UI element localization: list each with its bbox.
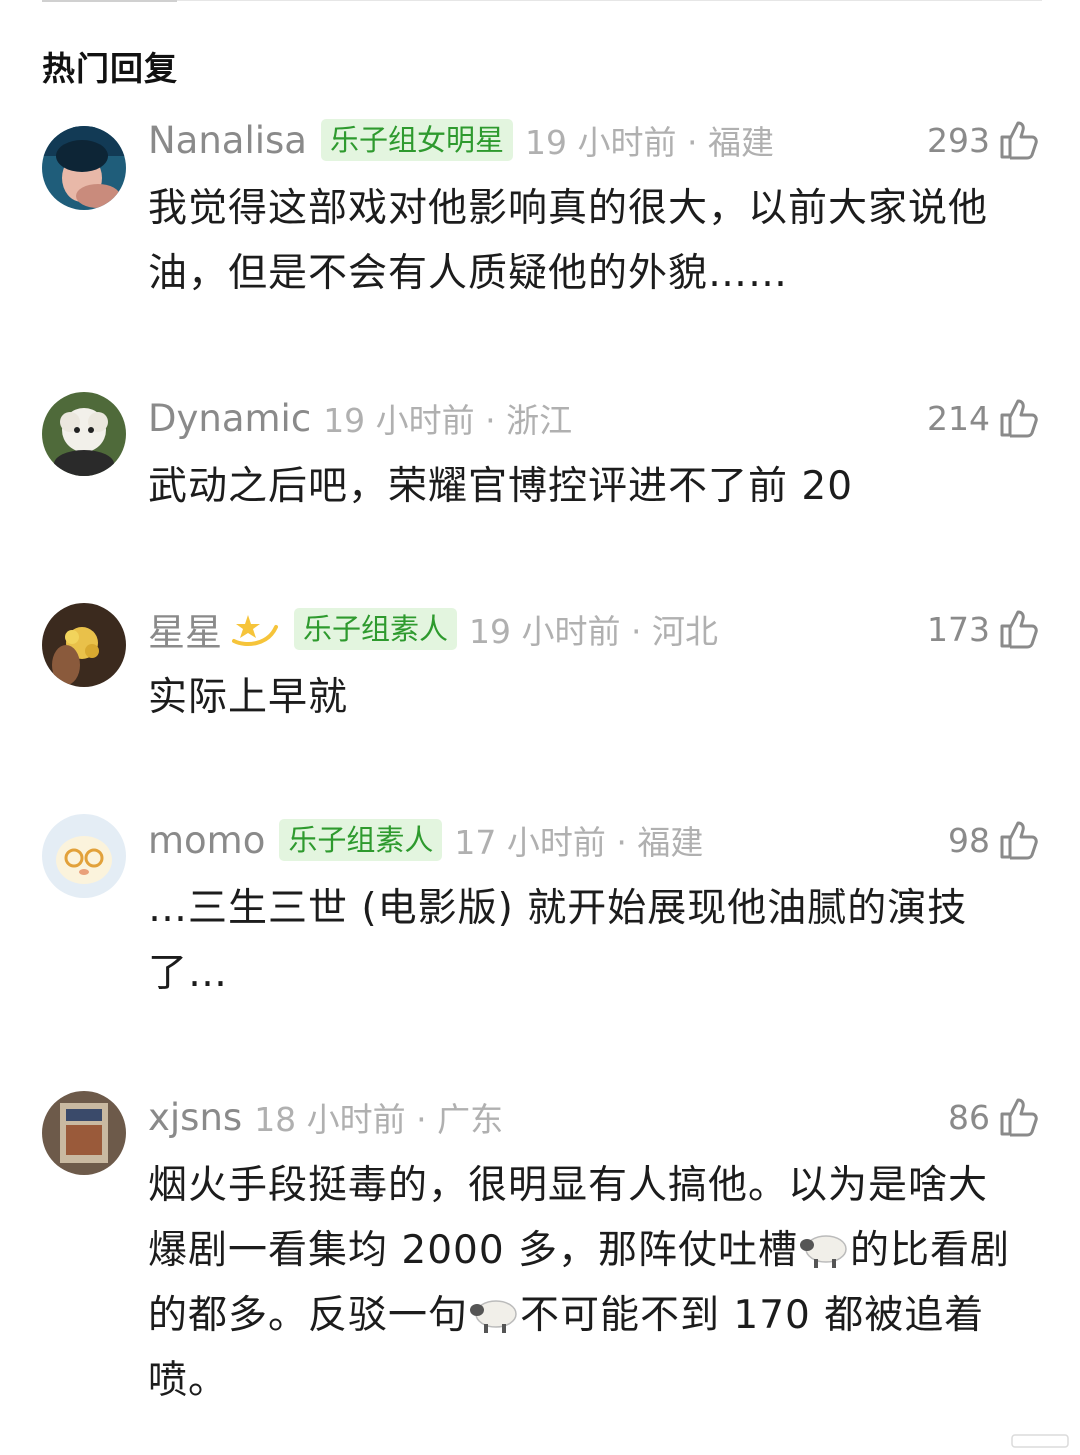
section-title: 热门回复 [42,49,178,88]
watermark-logo [1010,1431,1070,1451]
like-count: 98 [948,820,990,860]
sheep-icon [798,1224,850,1268]
thumbs-up-icon[interactable] [998,819,1040,861]
sheep-icon [468,1289,520,1333]
avatar[interactable] [42,814,126,898]
comment-text: 我觉得这部戏对他影响真的很大，以前大家说他油，但是不会有人质疑他的外貌…… [148,186,989,296]
time-location: 19 小时前 · 福建 [525,123,774,162]
username[interactable]: Dynamic [148,397,311,440]
thumbs-up-icon[interactable] [998,608,1040,650]
avatar[interactable] [42,392,126,476]
like-count: 293 [927,120,990,160]
comment-text: …三生三世 (电影版) 就开始展现他油腻的演技了… [148,886,968,996]
comment-meta: 星星 乐子组素人 19 小时前 · 河北 [148,607,718,654]
like-button[interactable]: 214 [927,396,1040,440]
group-badge[interactable]: 乐子组女明星 [320,119,513,161]
group-badge[interactable]: 乐子组素人 [279,819,443,861]
avatar[interactable] [42,126,126,210]
comment-meta: momo 乐子组素人 17 小时前 · 福建 [148,818,704,863]
avatar[interactable] [42,1091,126,1175]
hot-replies-page: 热门回复 Nanalisa 乐子组女明星 19 小时前 · 福建 293 我觉得… [0,0,1080,1455]
username[interactable]: momo [148,819,265,862]
username[interactable]: xjsns [148,1096,242,1139]
thumbs-up-icon[interactable] [998,119,1040,161]
dizzy-star-icon [228,607,280,651]
time-location: 19 小时前 · 河北 [469,612,718,651]
like-count: 214 [927,398,990,438]
like-button[interactable]: 98 [948,818,1040,862]
time-location: 17 小时前 · 福建 [454,823,704,862]
like-button[interactable]: 86 [948,1095,1040,1139]
comment-meta: Dynamic 19 小时前 · 浙江 [148,396,573,441]
like-count: 86 [948,1097,990,1137]
comment-meta: Nanalisa 乐子组女明星 19 小时前 · 福建 [148,118,774,163]
thumbs-up-icon[interactable] [998,397,1040,439]
like-button[interactable]: 293 [927,118,1040,162]
username[interactable]: 星星 [148,602,222,656]
username[interactable]: Nanalisa [148,119,307,162]
group-badge[interactable]: 乐子组素人 [294,608,458,650]
time-location: 18 小时前 · 广东 [254,1100,504,1139]
comment-text: 实际上早就 [148,675,349,720]
comment-meta: xjsns 18 小时前 · 广东 [148,1095,504,1140]
avatar[interactable] [42,603,126,687]
comment-text: 烟火手段挺毒的，很明显有人搞他。以为是啥大爆剧一看集均 2000 多，那阵仗吐槽… [148,1153,1018,1413]
comment-text: 武动之后吧，荣耀官博控评进不了前 20 [148,464,854,509]
like-button[interactable]: 173 [927,607,1040,651]
top-divider [42,0,1042,2]
thumbs-up-icon[interactable] [998,1096,1040,1138]
like-count: 173 [927,609,990,649]
time-location: 19 小时前 · 浙江 [323,401,573,440]
